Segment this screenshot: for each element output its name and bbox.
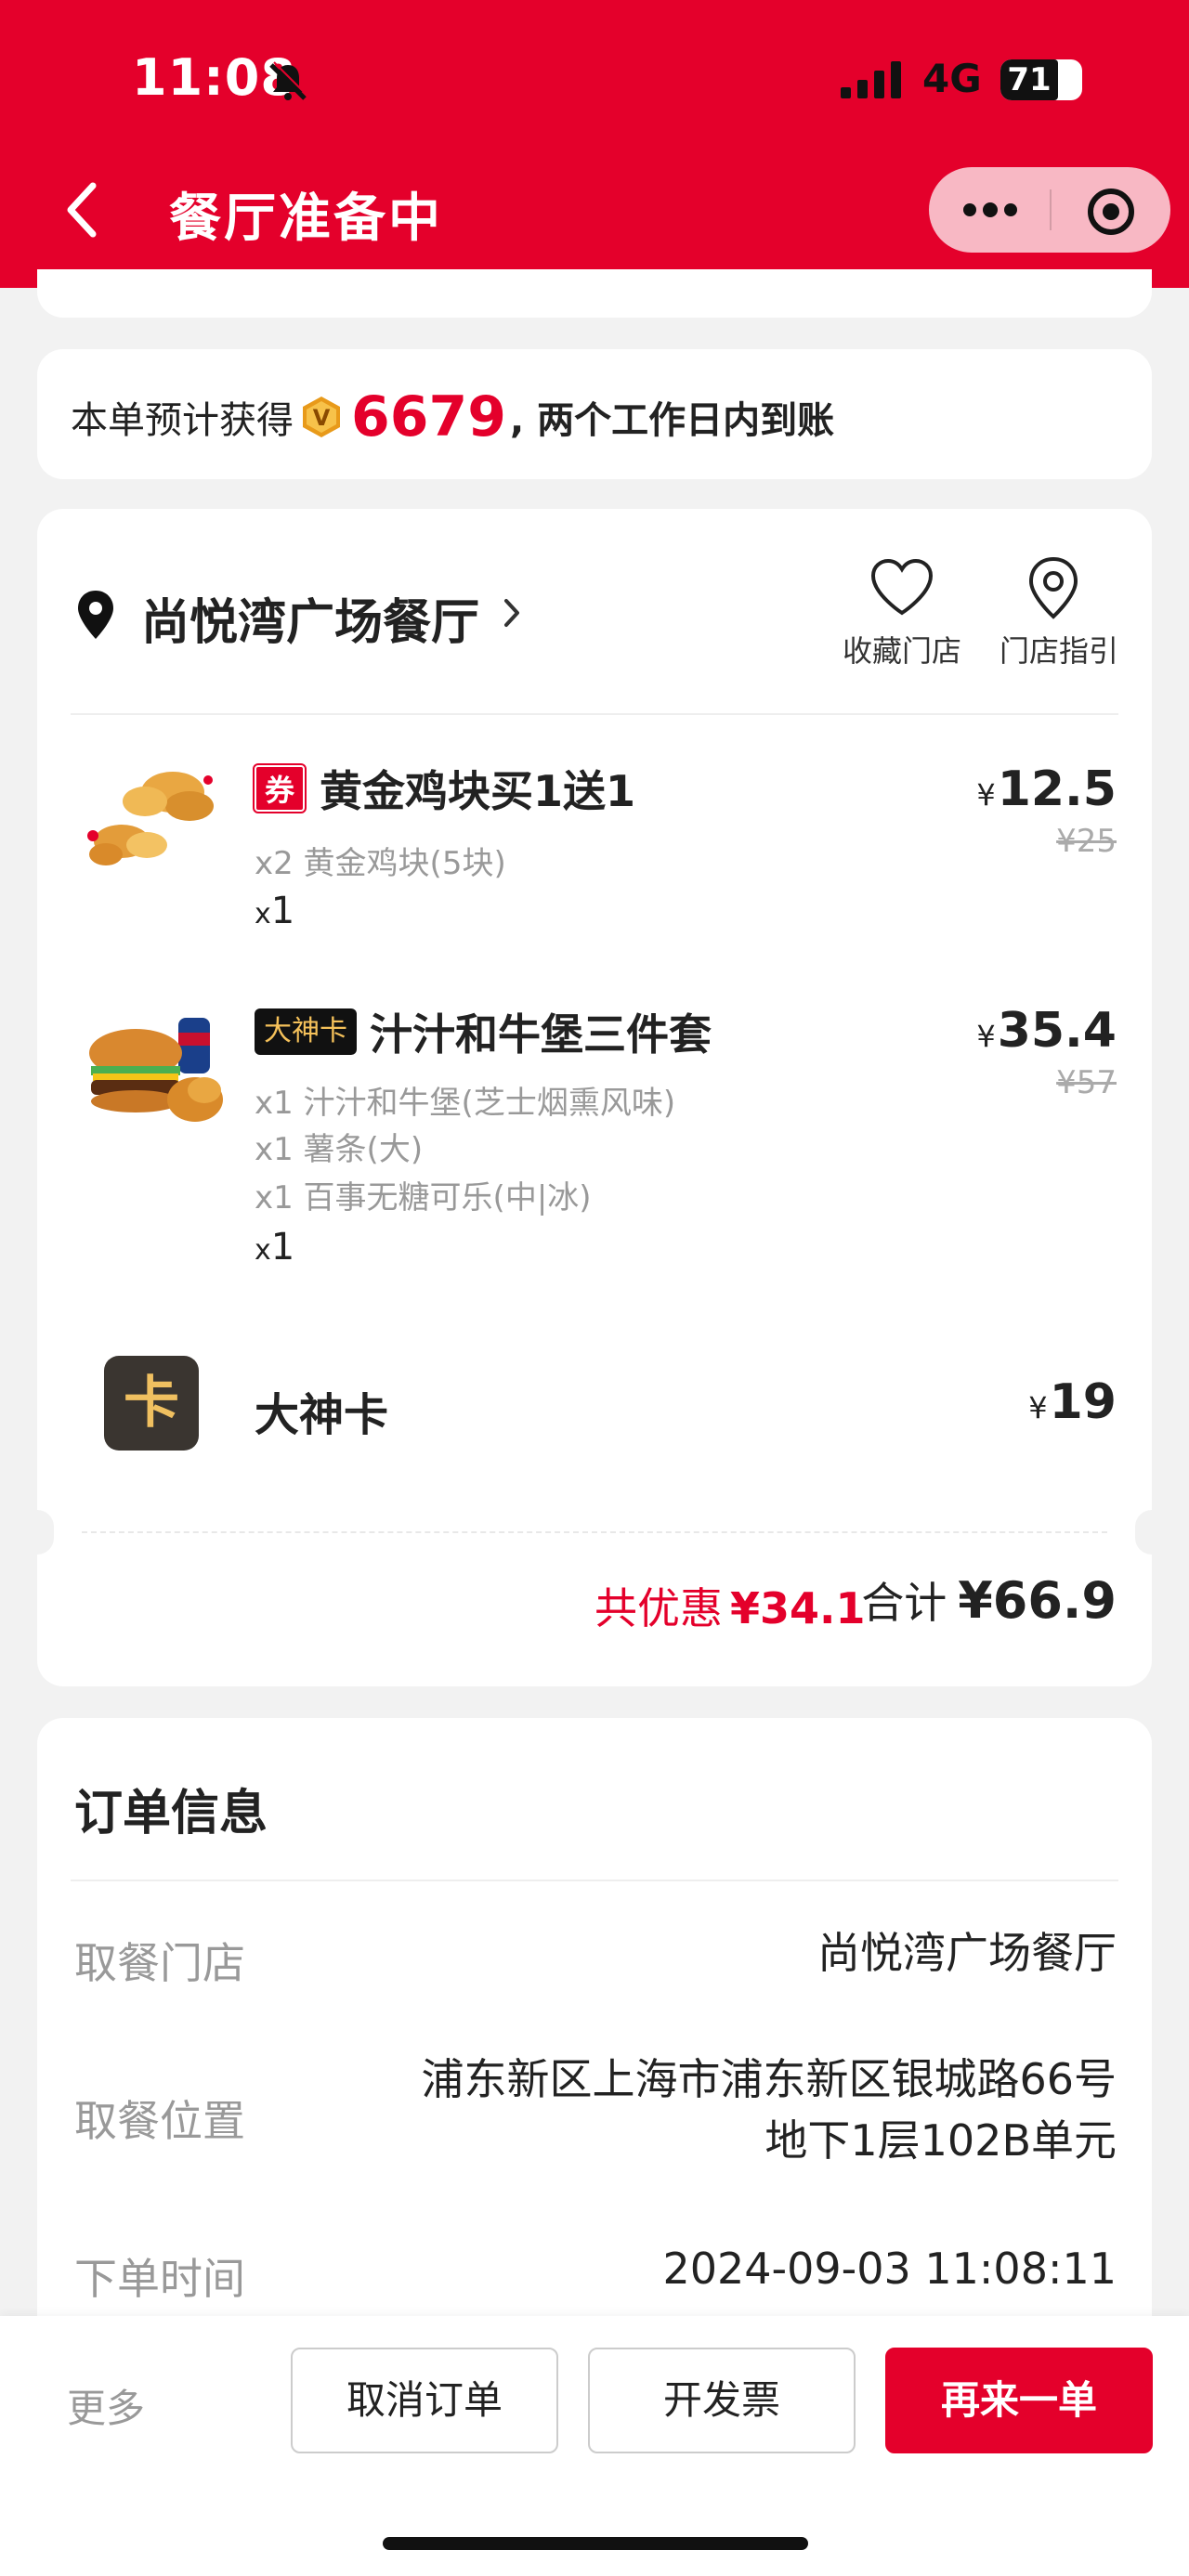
item-quantity: x1 [255,890,295,932]
bell-off-icon [269,61,308,100]
item-name: 大神卡 [255,1389,389,1441]
points-prefix: 本单预计获得 [71,399,294,442]
chevron-right-icon[interactable] [502,596,522,630]
order-time-label: 下单时间 [74,2254,245,2304]
item-price: ¥19 [1028,1374,1117,1430]
map-pin-icon[interactable] [1026,555,1081,620]
divider [71,1880,1118,1881]
order-info-title: 订单信息 [74,1786,268,1841]
coupon-tag: 券 [253,763,307,813]
pickup-store-value: 尚悦湾广场餐厅 [817,1928,1117,1978]
item-detail: x1 百事无糖可乐(中|冰) [255,1179,592,1216]
item-detail: x2 黄金鸡块(5块) [255,845,506,882]
close-target-icon[interactable] [1085,186,1137,238]
item-name: 汁汁和牛堡三件套 [370,1009,712,1060]
back-arrow-icon[interactable] [63,180,100,240]
invoice-button[interactable]: 开发票 [588,2348,856,2453]
points-card: 本单预计获得 V 6679 , 两个工作日内到账 [37,349,1152,479]
battery-icon: 71 [1000,59,1082,100]
page-title: 餐厅准备中 [169,189,443,249]
svg-text:V: V [313,405,331,431]
cancel-order-button[interactable]: 取消订单 [291,2348,558,2453]
bottom-action-bar: 更多 取消订单 开发票 再来一单 [0,2316,1189,2576]
location-pin-icon [78,591,113,639]
signal-icon [841,61,901,98]
reorder-button[interactable]: 再来一单 [885,2348,1153,2453]
item-price: ¥12.5 [976,761,1117,817]
mini-program-capsule [929,167,1170,253]
order-info-card: 订单信息 取餐门店 尚悦湾广场餐厅 取餐位置 浦东新区上海市浦东新区银城路66号… [37,1718,1152,2349]
home-indicator[interactable] [383,2537,808,2550]
order-total: 合计 ¥66.9 [861,1571,1117,1630]
pickup-location-value: 浦东新区上海市浦东新区银城路66号 地下1层102B单元 [421,2054,1117,2166]
burger-combo-image [89,1018,223,1122]
heart-icon[interactable] [869,557,934,617]
discount-summary: 共优惠 ¥34.1 [594,1583,866,1633]
item-quantity: x1 [255,1226,295,1268]
item-price: ¥35.4 [976,1003,1117,1059]
points-value: 6679 [351,384,506,449]
item-detail: x1 薯条(大) [255,1131,424,1168]
vip-card-icon: 卡 [104,1356,199,1451]
more-dots-icon[interactable] [962,197,1018,223]
pickup-store-label: 取餐门店 [74,1938,245,1988]
divider [71,713,1118,715]
app-header: 11:08 4G 71 餐厅准备中 [0,0,1189,288]
more-link[interactable]: 更多 [67,2377,145,2434]
store-guide-label[interactable]: 门店指引 [994,628,1124,670]
dashed-divider [82,1531,1107,1533]
store-name[interactable]: 尚悦湾广场餐厅 [141,583,479,653]
item-detail: x1 汁汁和牛堡(芝士烟熏风味) [255,1085,676,1122]
item-original-price: ¥25 [1056,823,1117,860]
item-original-price: ¥57 [1056,1064,1117,1101]
previous-card-bottom [37,269,1152,318]
item-name: 黄金鸡块买1送1 [320,766,636,816]
pickup-location-label: 取餐位置 [74,2096,245,2146]
points-suffix: , 两个工作日内到账 [510,399,835,442]
vip-card-tag: 大神卡 [255,1008,357,1055]
order-time-value: 2024-09-03 11:08:11 [662,2244,1117,2294]
favorite-store-label[interactable]: 收藏门店 [842,628,962,670]
network-label: 4G [922,56,982,101]
order-card: 尚悦湾广场餐厅 收藏门店 门店指引 券 黄金鸡块买1送1 x2 黄金鸡块(5块)… [20,509,1169,1686]
nuggets-image [87,772,214,865]
v-coin-icon: V [303,397,340,437]
